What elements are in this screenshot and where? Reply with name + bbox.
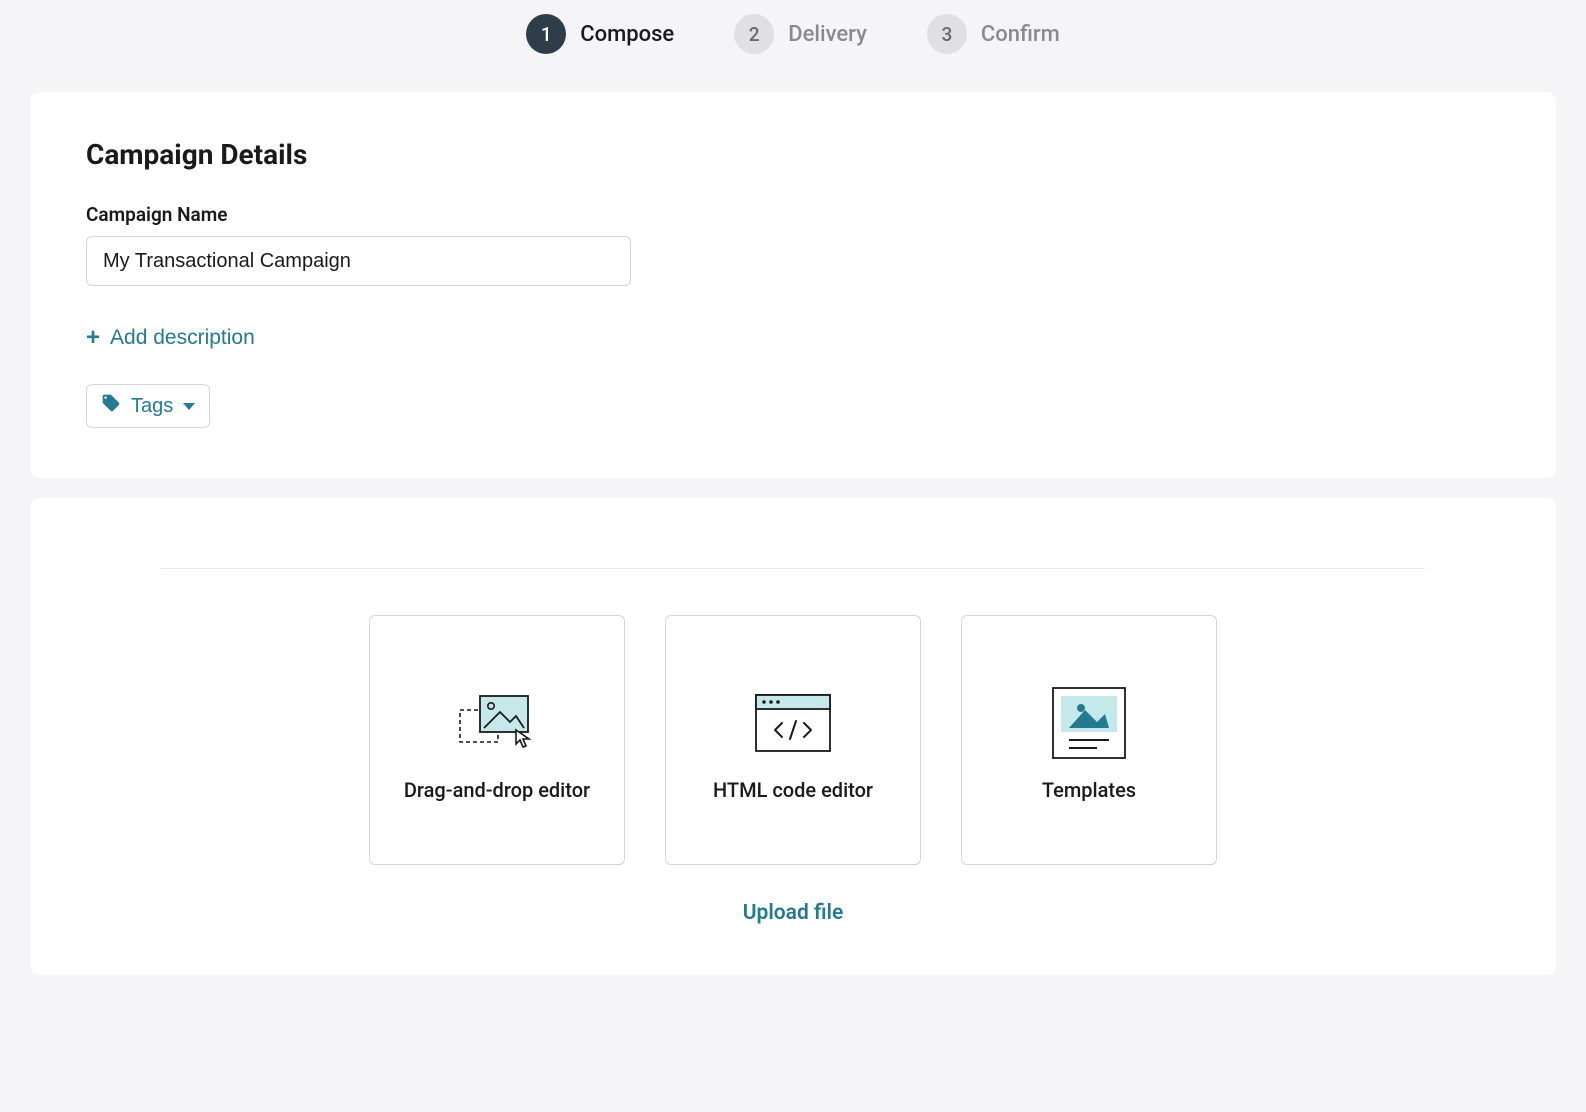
step-label: Compose [580, 22, 674, 47]
editor-selection-card: Drag-and-drop editor HTML code editor [30, 498, 1556, 975]
editor-option-drag-drop[interactable]: Drag-and-drop editor [369, 615, 625, 865]
section-title: Campaign Details [86, 138, 1500, 171]
step-number-badge: 1 [526, 14, 566, 54]
step-number-badge: 3 [927, 14, 967, 54]
chevron-down-icon [183, 403, 195, 410]
editor-options-row: Drag-and-drop editor HTML code editor [86, 615, 1500, 865]
upload-file-link[interactable]: Upload file [86, 901, 1500, 925]
step-delivery[interactable]: 2 Delivery [734, 14, 867, 54]
tag-icon [101, 393, 121, 419]
campaign-name-input[interactable] [86, 236, 631, 286]
code-editor-icon [752, 678, 834, 768]
step-label: Delivery [788, 22, 867, 47]
tags-label: Tags [131, 395, 173, 418]
add-description-label: Add description [110, 326, 255, 350]
plus-icon: + [86, 326, 100, 350]
step-confirm[interactable]: 3 Confirm [927, 14, 1060, 54]
wizard-stepper: 1 Compose 2 Delivery 3 Confirm [0, 0, 1586, 72]
templates-icon [1049, 678, 1129, 768]
editor-option-label: Drag-and-drop editor [404, 778, 590, 802]
step-compose[interactable]: 1 Compose [526, 14, 674, 54]
campaign-details-card: Campaign Details Campaign Name + Add des… [30, 92, 1556, 478]
add-description-button[interactable]: + Add description [86, 326, 255, 350]
editor-option-html-code[interactable]: HTML code editor [665, 615, 921, 865]
editor-option-label: Templates [1042, 778, 1136, 802]
drag-drop-icon [454, 678, 540, 768]
editor-option-label: HTML code editor [713, 778, 873, 802]
divider [161, 568, 1425, 569]
tags-dropdown-button[interactable]: Tags [86, 384, 210, 428]
step-number-badge: 2 [734, 14, 774, 54]
editor-option-templates[interactable]: Templates [961, 615, 1217, 865]
campaign-name-label: Campaign Name [86, 203, 1500, 226]
step-label: Confirm [981, 22, 1060, 47]
